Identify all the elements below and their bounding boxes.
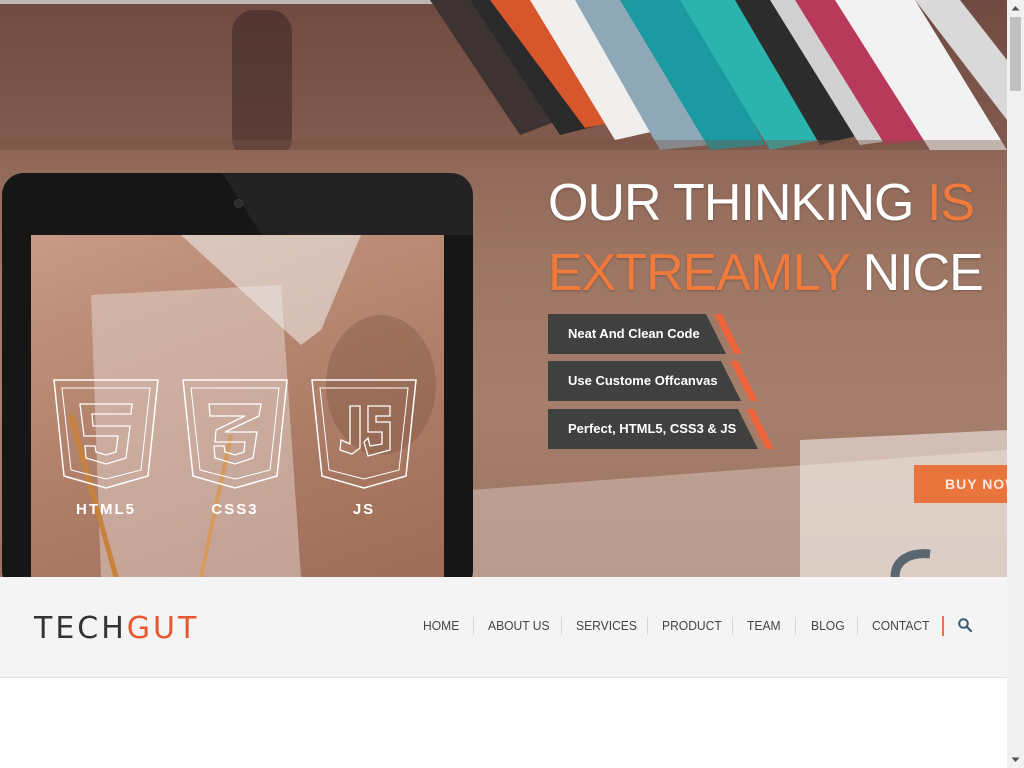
hero-headline: OUR THINKING IS EXTREAMLY NICE — [548, 168, 984, 308]
scrollbar-thumb[interactable] — [1010, 17, 1021, 91]
js-label: JS — [352, 501, 376, 518]
page-scrollbar[interactable] — [1007, 0, 1024, 768]
tablet-screen: HTML5 CSS3 JS — [31, 235, 444, 577]
nav-item-services[interactable]: SERVICES — [576, 615, 637, 637]
feature-ribbon: Perfect, HTML5, CSS3 & JS — [548, 409, 758, 449]
ribbon-slash-icon — [730, 361, 758, 401]
nav-item-product[interactable]: PRODUCT — [662, 615, 722, 637]
menu-divider — [473, 617, 474, 635]
menu-divider — [561, 617, 562, 635]
menu-divider — [732, 617, 733, 635]
headline-white-1: OUR THINKING — [548, 174, 915, 232]
menu-divider-accent — [942, 616, 944, 636]
paper-decoration — [470, 430, 1007, 577]
menu-divider — [647, 617, 648, 635]
html5-label: HTML5 — [76, 501, 136, 518]
search-icon[interactable] — [958, 618, 972, 632]
ribbon-slash-icon — [714, 314, 742, 354]
nav-item-about-us[interactable]: ABOUT US — [488, 615, 550, 637]
buy-now-button[interactable]: BUY NOW — [914, 465, 1007, 503]
nav-item-team[interactable]: TEAM — [747, 615, 781, 637]
feature-ribbon: Neat And Clean Code — [548, 314, 726, 354]
feature-ribbon: Use Custome Offcanvas — [548, 361, 741, 401]
headline-white-2: NICE — [862, 244, 984, 302]
scroll-up-arrow-icon[interactable] — [1007, 0, 1024, 17]
css3-label: CSS3 — [211, 501, 259, 518]
nav-item-blog[interactable]: BLOG — [811, 615, 845, 637]
hero-banner: OUR THINKING IS EXTREAMLY NICE Neat And … — [0, 0, 1007, 577]
books-background — [0, 0, 1007, 150]
ribbon-slash-icon — [746, 409, 774, 449]
main-menu: HOME ABOUT US SERVICES PRODUCT TEAM BLOG… — [0, 615, 1007, 637]
tablet-sheen — [222, 173, 473, 235]
html5-shield-icon — [53, 379, 159, 489]
css3-shield-icon — [182, 379, 288, 489]
main-navbar: TECHGUT HOME ABOUT US SERVICES PRODUCT T… — [0, 577, 1007, 678]
js-shield-icon — [311, 379, 417, 489]
headline-line-1: OUR THINKING IS — [548, 168, 983, 238]
nav-item-home[interactable]: HOME — [423, 615, 459, 637]
headline-line-2: EXTREAMLY NICE — [548, 238, 984, 308]
menu-divider — [857, 617, 858, 635]
headline-orange-1: IS — [926, 174, 975, 232]
scroll-down-arrow-icon[interactable] — [1007, 751, 1024, 768]
headline-orange-2: EXTREAMLY — [548, 244, 850, 302]
menu-divider — [795, 617, 796, 635]
nav-item-contact[interactable]: CONTACT — [872, 615, 930, 637]
camera-icon — [234, 199, 243, 208]
